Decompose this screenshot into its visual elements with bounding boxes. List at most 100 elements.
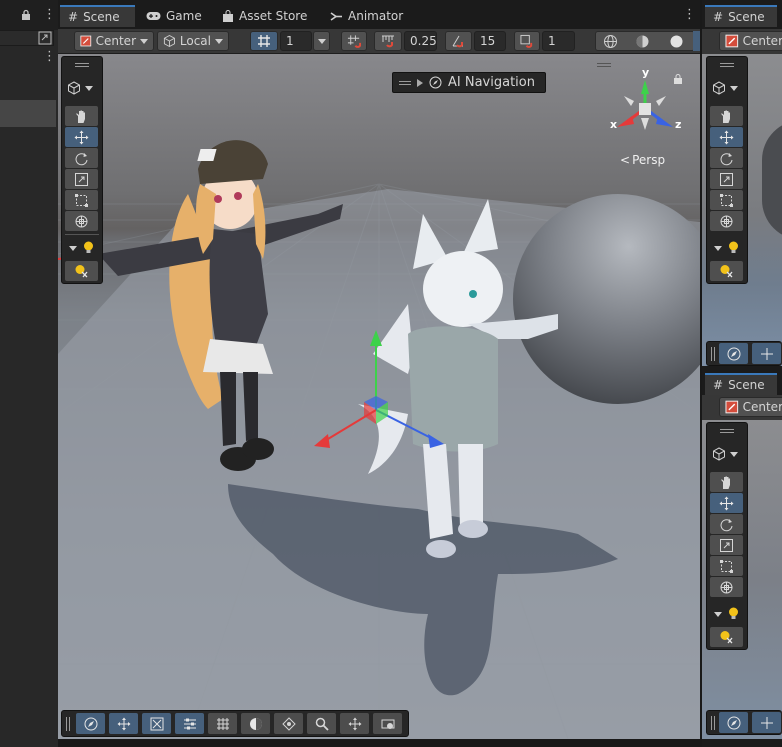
grid-snap-button[interactable] bbox=[341, 31, 367, 51]
tab-game[interactable]: Game bbox=[138, 5, 210, 27]
hand-tool-button[interactable] bbox=[65, 106, 98, 126]
view-orientation-gizmo[interactable]: y x z < Persp bbox=[595, 60, 690, 175]
tab-menu-icon[interactable]: ⋮ bbox=[683, 8, 696, 21]
rect-tool-button[interactable] bbox=[710, 556, 743, 576]
space-dropdown[interactable]: Local bbox=[157, 31, 229, 51]
scale-snap-button[interactable] bbox=[514, 31, 540, 51]
draw-mode-button[interactable] bbox=[142, 713, 171, 734]
grid-size-dropdown[interactable] bbox=[313, 31, 330, 51]
hand-tool-button[interactable] bbox=[710, 472, 743, 492]
tool-handle-dropdown[interactable] bbox=[712, 447, 738, 461]
light-probe-button[interactable] bbox=[710, 261, 743, 281]
axis-z-label: z bbox=[675, 118, 682, 131]
move-snap-button[interactable] bbox=[752, 343, 781, 364]
light-probe-button[interactable] bbox=[65, 261, 98, 281]
tool-handle-dropdown[interactable] bbox=[67, 81, 93, 95]
lighting-dropdown-button[interactable] bbox=[710, 604, 743, 624]
chevron-down-icon bbox=[215, 38, 223, 44]
tab-animator-label: Animator bbox=[348, 9, 404, 23]
rotate-tool-button[interactable] bbox=[710, 148, 743, 168]
scale-tool-button[interactable] bbox=[65, 169, 98, 189]
camera-view-button[interactable] bbox=[373, 713, 402, 734]
kebab-menu-icon[interactable]: ⋮ bbox=[43, 50, 56, 63]
hierarchy-selected-row[interactable] bbox=[0, 100, 56, 127]
grid-size-field[interactable]: 1 bbox=[280, 31, 312, 51]
move-snap-button[interactable] bbox=[752, 712, 781, 733]
orientation-button[interactable] bbox=[76, 713, 105, 734]
overlay-drag-handle[interactable] bbox=[711, 346, 715, 361]
grid-icon bbox=[216, 717, 229, 730]
tools-overlay bbox=[61, 56, 103, 284]
shaded-sphere-icon[interactable] bbox=[669, 34, 684, 49]
lighting-dropdown-button[interactable] bbox=[65, 238, 98, 258]
tab-asset-store[interactable]: Asset Store bbox=[214, 5, 315, 27]
pivot-move-button[interactable] bbox=[340, 713, 369, 734]
increment-snap-button[interactable] bbox=[374, 31, 402, 51]
rotate-icon bbox=[720, 152, 733, 165]
grid-toggle-button[interactable] bbox=[250, 31, 278, 51]
orientation-button[interactable] bbox=[719, 712, 748, 733]
layers-button[interactable] bbox=[175, 713, 204, 734]
move-tool-button[interactable] bbox=[710, 493, 743, 513]
navmesh-button[interactable] bbox=[274, 713, 303, 734]
search-toggle-icon[interactable] bbox=[38, 31, 52, 45]
tab-scene-tertiary[interactable]: # Scene bbox=[705, 373, 777, 395]
rotate-snap-button[interactable] bbox=[445, 31, 472, 51]
tools-overlay-tertiary bbox=[706, 422, 748, 650]
move-snap-button[interactable] bbox=[109, 713, 138, 734]
overlay-drag-handle[interactable] bbox=[399, 80, 411, 85]
camera-icon bbox=[381, 719, 394, 729]
transform-tool-button[interactable] bbox=[65, 211, 98, 231]
rotate-snap-icon bbox=[452, 35, 463, 47]
increment-snap-field[interactable]: 0.25 bbox=[404, 31, 437, 51]
scale-snap-field[interactable]: 1 bbox=[542, 31, 575, 51]
rotate-tool-button[interactable] bbox=[65, 148, 98, 168]
overlay-separator bbox=[65, 234, 99, 235]
cube-icon bbox=[713, 447, 725, 461]
chevron-down-icon bbox=[140, 38, 148, 44]
pivot-dropdown-tertiary[interactable]: Center bbox=[719, 397, 782, 417]
tab-scene-secondary[interactable]: # Scene bbox=[705, 5, 777, 27]
tab-animator[interactable]: Animator bbox=[322, 5, 411, 27]
axis-x-label: x bbox=[610, 118, 618, 131]
move-icon bbox=[117, 717, 130, 730]
ai-navigation-overlay[interactable]: AI Navigation bbox=[392, 72, 546, 93]
rotate-snap-field[interactable]: 15 bbox=[474, 31, 506, 51]
shaded-wireframe-icon[interactable] bbox=[635, 34, 650, 49]
overlay-drag-handle[interactable] bbox=[597, 63, 611, 67]
bottom-overlay-secondary bbox=[706, 341, 782, 366]
move-tool-button[interactable] bbox=[65, 127, 98, 147]
move-tool-button[interactable] bbox=[710, 127, 743, 147]
pivot-dropdown[interactable]: Center bbox=[74, 31, 154, 51]
rect-tool-button[interactable] bbox=[65, 190, 98, 210]
overlay-drag-handle[interactable] bbox=[66, 716, 70, 731]
move-icon bbox=[719, 496, 734, 510]
kebab-menu-icon[interactable]: ⋮ bbox=[43, 8, 56, 21]
transform-tool-button[interactable] bbox=[710, 577, 743, 597]
overlay-drag-handle[interactable] bbox=[720, 63, 734, 67]
right-top-scene-panel: # Scene Center bbox=[702, 0, 782, 368]
overlay-drag-handle[interactable] bbox=[720, 429, 734, 433]
orientation-button[interactable] bbox=[719, 343, 748, 364]
hand-tool-button[interactable] bbox=[710, 106, 743, 126]
lock-icon[interactable] bbox=[20, 9, 32, 21]
overlay-drag-handle[interactable] bbox=[75, 63, 89, 67]
scale-tool-button[interactable] bbox=[710, 535, 743, 555]
increment-snap-icon bbox=[381, 35, 394, 47]
tab-scene[interactable]: # Scene bbox=[60, 5, 135, 27]
lighting-toggle-button[interactable] bbox=[241, 713, 270, 734]
rect-tool-button[interactable] bbox=[710, 190, 743, 210]
camera-mode-toggle[interactable]: < Persp bbox=[620, 153, 665, 167]
scale-tool-button[interactable] bbox=[710, 169, 743, 189]
transform-tool-button[interactable] bbox=[710, 211, 743, 231]
grid-visibility-button[interactable] bbox=[208, 713, 237, 734]
wireframe-shading-icon[interactable] bbox=[603, 34, 618, 49]
search-button[interactable] bbox=[307, 713, 336, 734]
pivot-dropdown-secondary[interactable]: Center bbox=[719, 31, 782, 51]
tool-handle-dropdown[interactable] bbox=[712, 81, 738, 95]
overlay-drag-handle[interactable] bbox=[711, 715, 715, 730]
cube-icon bbox=[713, 81, 725, 95]
rotate-tool-button[interactable] bbox=[710, 514, 743, 534]
light-probe-button[interactable] bbox=[710, 627, 743, 647]
lighting-dropdown-button[interactable] bbox=[710, 238, 743, 258]
